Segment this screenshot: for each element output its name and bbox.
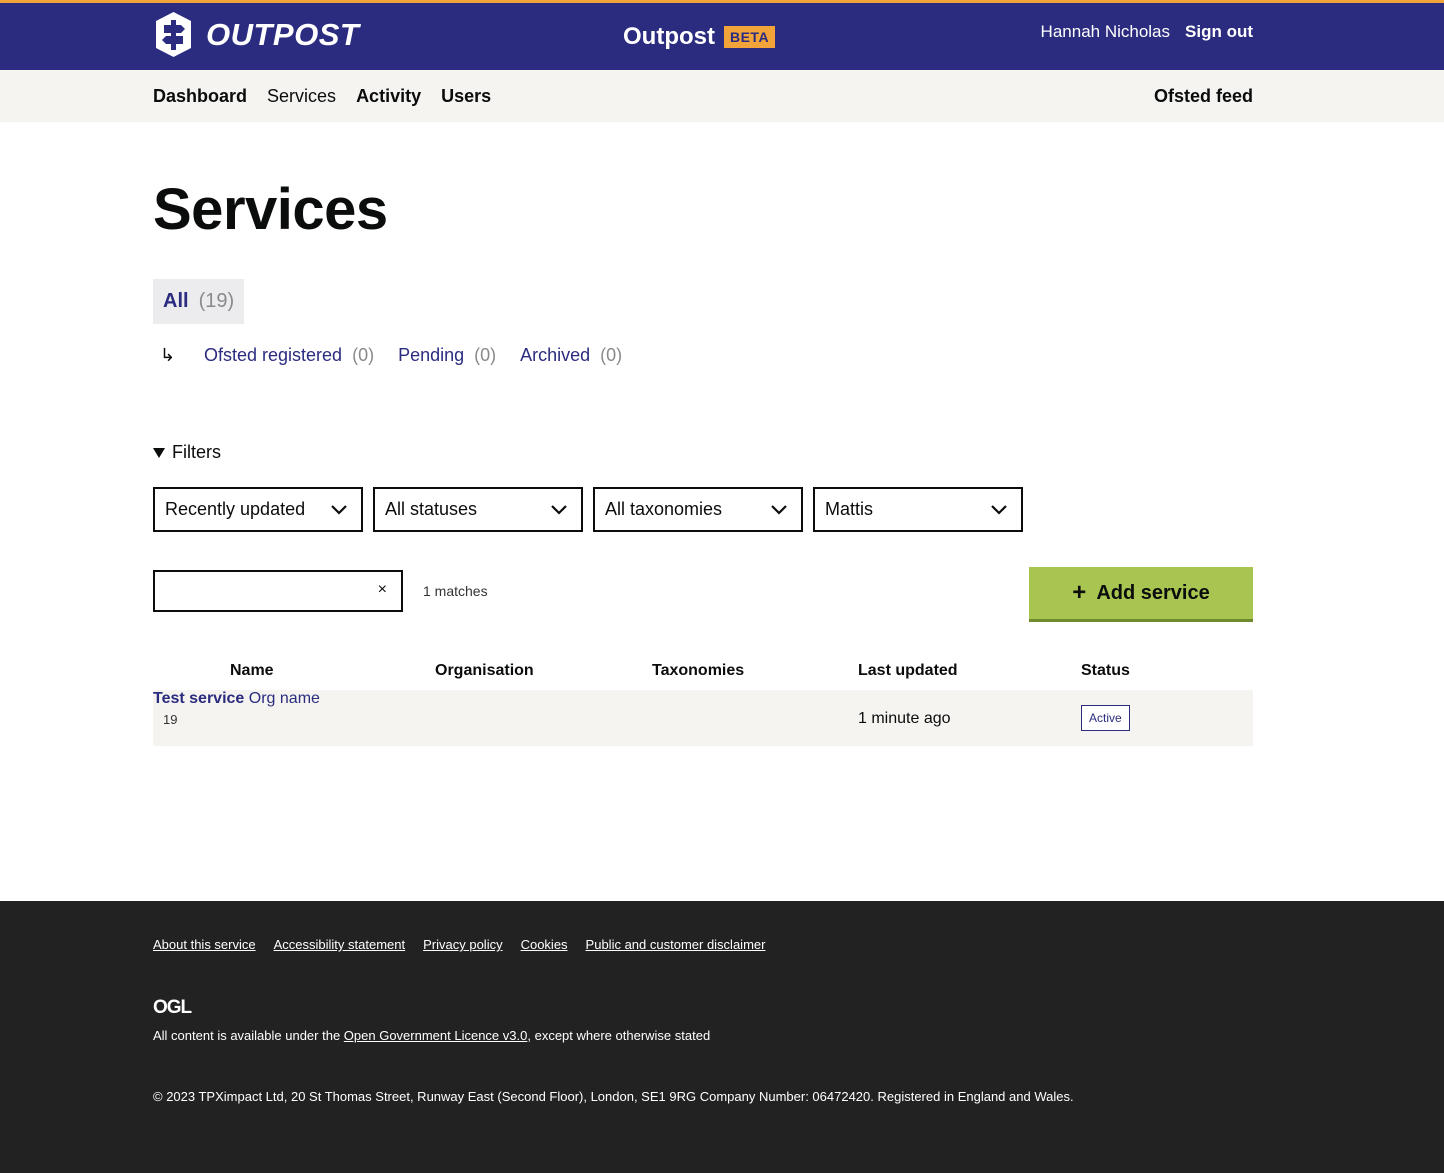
nav-item-ofsted-feed[interactable]: Ofsted feed xyxy=(1154,86,1253,107)
select-value: All taxonomies xyxy=(605,499,723,519)
nav-item-users[interactable]: Users xyxy=(441,86,491,107)
filters-toggle[interactable]: Filters xyxy=(153,442,221,463)
outpost-logo[interactable]: OUTPOST xyxy=(153,12,359,57)
order-select[interactable]: Recently updated xyxy=(153,487,363,532)
app-title: Outpost BETA xyxy=(623,23,776,51)
last-updated-cell: 1 minute ago xyxy=(858,710,951,727)
chevron-down-icon xyxy=(991,505,1007,515)
table-header: Name Organisation Taxonomies Last update… xyxy=(153,650,1253,690)
footer-link-disclaimer[interactable]: Public and customer disclaimer xyxy=(586,937,766,952)
header-organisation[interactable]: Organisation xyxy=(435,662,534,680)
footer-link-about[interactable]: About this service xyxy=(153,937,256,952)
copyright-text: © 2023 TPXimpact Ltd, 20 St Thomas Stree… xyxy=(153,1089,1074,1104)
footer-links: About this service Accessibility stateme… xyxy=(153,937,783,952)
licence-post: , except where otherwise stated xyxy=(527,1028,711,1043)
header-taxonomies: Taxonomies xyxy=(652,662,745,679)
tab-ofsted-registered[interactable]: Ofsted registered (0) xyxy=(204,345,374,366)
footer-link-accessibility[interactable]: Accessibility statement xyxy=(274,937,406,952)
tab-all-label: All xyxy=(163,290,189,312)
organisation-link[interactable]: Org name xyxy=(249,690,320,707)
chevron-down-icon xyxy=(551,505,567,515)
row-number: 19 xyxy=(163,712,178,727)
page-title: Services xyxy=(153,177,388,242)
signpost-icon xyxy=(156,12,191,57)
chevron-down-icon xyxy=(331,505,347,515)
tab-archived[interactable]: Archived (0) xyxy=(520,345,622,366)
site-header: OUTPOST Outpost BETA Hannah Nicholas Sig… xyxy=(0,0,1444,70)
nav-item-services[interactable]: Services xyxy=(267,86,336,107)
organisation-select[interactable]: Mattis xyxy=(813,487,1023,532)
status-badge: Active xyxy=(1081,705,1130,731)
add-service-label: Add service xyxy=(1096,581,1210,604)
chevron-down-icon xyxy=(771,505,787,515)
filter-selects: Recently updated All statuses All taxono… xyxy=(153,487,1033,532)
plus-icon: + xyxy=(1072,579,1087,606)
app-name: Outpost xyxy=(623,23,715,50)
service-name-link[interactable]: Test service xyxy=(153,690,244,707)
filters-label: Filters xyxy=(172,442,221,462)
tab-count: (0) xyxy=(474,345,497,365)
beta-badge: BETA xyxy=(723,26,776,48)
services-table: Name Organisation Taxonomies Last update… xyxy=(153,650,1253,746)
select-value: All statuses xyxy=(385,499,478,519)
footer-link-cookies[interactable]: Cookies xyxy=(521,937,568,952)
logo-text: OUTPOST xyxy=(206,16,360,52)
tab-all-count: (19) xyxy=(198,290,235,312)
ogl-logo: OGL xyxy=(153,997,192,1018)
search-input[interactable]: × xyxy=(153,570,403,612)
add-service-button[interactable]: + Add service xyxy=(1029,567,1253,619)
licence-link[interactable]: Open Government Licence v3.0 xyxy=(344,1028,528,1043)
footer-link-privacy[interactable]: Privacy policy xyxy=(423,937,502,952)
select-value: Mattis xyxy=(825,499,874,519)
triangle-down-icon xyxy=(153,447,165,458)
tab-label: Archived xyxy=(520,345,591,365)
tab-count: (0) xyxy=(600,345,623,365)
match-count: 1 matches xyxy=(423,583,488,599)
primary-nav: Dashboard Services Activity Users Ofsted… xyxy=(0,70,1444,122)
header-last-updated[interactable]: Last updated xyxy=(858,662,958,680)
tab-label: Pending xyxy=(398,345,465,365)
nav-item-dashboard[interactable]: Dashboard xyxy=(153,86,247,107)
licence-text: All content is available under the Open … xyxy=(153,1028,710,1043)
site-footer: About this service Accessibility stateme… xyxy=(0,901,1444,1173)
nav-item-activity[interactable]: Activity xyxy=(356,86,421,107)
nav-links: Dashboard Services Activity Users xyxy=(153,86,511,107)
header-name[interactable]: Name xyxy=(230,662,274,680)
header-status: Status xyxy=(1081,662,1130,679)
table-row: 19 Test service Org name 1 minute ago Ac… xyxy=(153,690,1253,746)
taxonomy-select[interactable]: All taxonomies xyxy=(593,487,803,532)
clear-icon[interactable]: × xyxy=(378,581,387,599)
tab-count: (0) xyxy=(352,345,375,365)
select-value: Recently updated xyxy=(165,499,306,519)
user-menu: Hannah Nicholas Sign out xyxy=(1041,22,1253,42)
sub-tabs: ↳ Ofsted registered (0) Pending (0) Arch… xyxy=(160,345,646,366)
sign-out-link[interactable]: Sign out xyxy=(1185,22,1253,42)
tab-label: Ofsted registered xyxy=(204,345,343,365)
tab-pending[interactable]: Pending (0) xyxy=(398,345,496,366)
sub-arrow-icon: ↳ xyxy=(160,345,176,365)
tab-all[interactable]: All (19) xyxy=(153,279,245,324)
status-select[interactable]: All statuses xyxy=(373,487,583,532)
licence-pre: All content is available under the xyxy=(153,1028,344,1043)
user-name-link[interactable]: Hannah Nicholas xyxy=(1041,22,1170,42)
